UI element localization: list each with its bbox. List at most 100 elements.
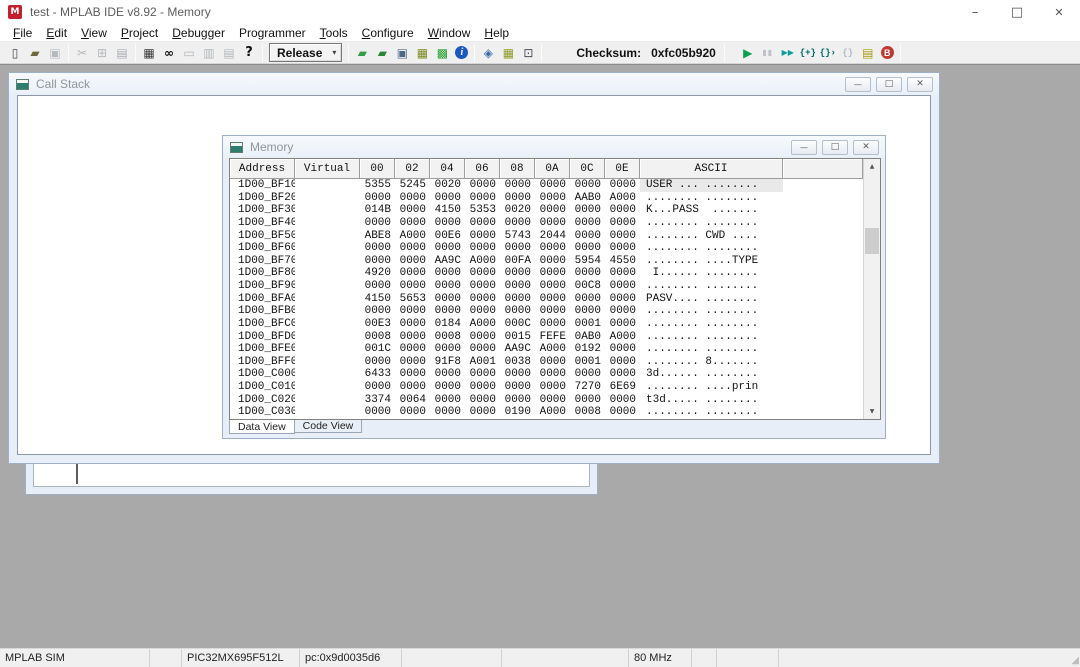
hex-cell[interactable]: FEFE bbox=[535, 331, 570, 344]
hex-cell[interactable]: 0000 bbox=[570, 230, 605, 243]
hex-cell[interactable]: 0000 bbox=[535, 179, 570, 192]
hex-cell[interactable]: 5245 bbox=[395, 179, 430, 192]
new-project-icon[interactable] bbox=[353, 44, 371, 62]
minimize-button[interactable] bbox=[954, 0, 996, 24]
ascii-cell[interactable]: ........ CWD .... bbox=[640, 230, 783, 243]
hex-cell[interactable]: 0000 bbox=[605, 179, 640, 192]
ascii-cell[interactable]: ........ ........ bbox=[640, 217, 783, 230]
hex-cell[interactable]: A000 bbox=[605, 331, 640, 344]
ascii-cell[interactable]: t3d..... ........ bbox=[640, 394, 783, 407]
virtual-cell[interactable] bbox=[295, 267, 360, 280]
hex-cell[interactable]: 5355 bbox=[360, 179, 395, 192]
build-configuration-select[interactable]: Release▾ bbox=[269, 43, 342, 62]
animate-icon[interactable] bbox=[779, 44, 797, 62]
virtual-cell[interactable] bbox=[295, 305, 360, 318]
hex-cell[interactable]: 0000 bbox=[430, 242, 465, 255]
hex-cell[interactable]: 0000 bbox=[465, 381, 500, 394]
hex-cell[interactable]: 0000 bbox=[500, 381, 535, 394]
hex-cell[interactable]: 0008 bbox=[430, 331, 465, 344]
hex-cell[interactable]: 0000 bbox=[360, 280, 395, 293]
save-workspace-icon[interactable] bbox=[393, 44, 411, 62]
hex-cell[interactable]: 0000 bbox=[535, 204, 570, 217]
hex-cell[interactable]: AA9C bbox=[500, 343, 535, 356]
hex-cell[interactable]: 0000 bbox=[360, 217, 395, 230]
hex-cell[interactable]: 5743 bbox=[500, 230, 535, 243]
hex-cell[interactable]: 0000 bbox=[570, 204, 605, 217]
address-cell[interactable]: 1D00_BF50 bbox=[230, 230, 295, 243]
hex-cell[interactable]: 0000 bbox=[605, 318, 640, 331]
address-cell[interactable]: 1D00_BFB0 bbox=[230, 305, 295, 318]
hex-cell[interactable]: 0000 bbox=[395, 343, 430, 356]
hex-cell[interactable]: A000 bbox=[535, 343, 570, 356]
hex-cell[interactable]: 0020 bbox=[430, 179, 465, 192]
ascii-cell[interactable]: ........ ........ bbox=[640, 305, 783, 318]
hex-cell[interactable]: 014B bbox=[360, 204, 395, 217]
hex-cell[interactable]: 3374 bbox=[360, 394, 395, 407]
hex-cell[interactable]: 0000 bbox=[430, 305, 465, 318]
hex-cell[interactable]: 0000 bbox=[395, 356, 430, 369]
hex-cell[interactable]: 0000 bbox=[605, 267, 640, 280]
hex-cell[interactable]: 0000 bbox=[535, 368, 570, 381]
hex-cell[interactable]: 0000 bbox=[465, 368, 500, 381]
hex-cell[interactable]: 0000 bbox=[535, 394, 570, 407]
hex-cell[interactable]: 0000 bbox=[465, 242, 500, 255]
hex-cell[interactable]: 0AB0 bbox=[570, 331, 605, 344]
ascii-cell[interactable]: 3d...... ........ bbox=[640, 368, 783, 381]
address-cell[interactable]: 1D00_BF40 bbox=[230, 217, 295, 230]
hex-cell[interactable]: 000C bbox=[500, 318, 535, 331]
address-cell[interactable]: 1D00_BF60 bbox=[230, 242, 295, 255]
hex-cell[interactable]: 0000 bbox=[465, 217, 500, 230]
hex-cell[interactable]: 0000 bbox=[605, 368, 640, 381]
memory-restore-button[interactable] bbox=[822, 140, 848, 155]
virtual-cell[interactable] bbox=[295, 230, 360, 243]
hex-cell[interactable]: 0000 bbox=[500, 293, 535, 306]
hex-cell[interactable]: 0000 bbox=[605, 343, 640, 356]
hex-cell[interactable]: 0001 bbox=[570, 356, 605, 369]
hex-cell[interactable]: 0000 bbox=[360, 242, 395, 255]
hex-cell[interactable]: 0038 bbox=[500, 356, 535, 369]
hex-cell[interactable]: 0192 bbox=[570, 343, 605, 356]
hex-cell[interactable]: 0000 bbox=[605, 242, 640, 255]
memory-scrollbar[interactable]: ▲ ▼ bbox=[863, 159, 880, 419]
hex-cell[interactable]: 0000 bbox=[360, 406, 395, 419]
hex-cell[interactable]: 0000 bbox=[430, 293, 465, 306]
virtual-cell[interactable] bbox=[295, 255, 360, 268]
hex-cell[interactable]: 0000 bbox=[605, 204, 640, 217]
menu-item-window[interactable]: Window bbox=[421, 26, 478, 40]
hex-cell[interactable]: AA9C bbox=[430, 255, 465, 268]
hex-cell[interactable]: A000 bbox=[465, 318, 500, 331]
hex-cell[interactable]: 0000 bbox=[395, 381, 430, 394]
hex-cell[interactable]: 0000 bbox=[535, 318, 570, 331]
ascii-cell[interactable]: ........ ........ bbox=[640, 192, 783, 205]
hex-cell[interactable]: 0000 bbox=[535, 305, 570, 318]
hex-cell[interactable]: 0000 bbox=[395, 368, 430, 381]
menu-item-file[interactable]: File bbox=[6, 26, 39, 40]
hex-cell[interactable]: 0000 bbox=[395, 217, 430, 230]
info-icon[interactable] bbox=[455, 46, 468, 59]
hex-cell[interactable]: 0008 bbox=[570, 406, 605, 419]
hex-cell[interactable]: 0000 bbox=[570, 267, 605, 280]
menu-item-project[interactable]: Project bbox=[114, 26, 165, 40]
hex-cell[interactable]: 91F8 bbox=[430, 356, 465, 369]
hex-cell[interactable]: 0000 bbox=[535, 356, 570, 369]
hex-cell[interactable]: 0000 bbox=[570, 179, 605, 192]
ascii-cell[interactable]: ........ ....TYPE bbox=[640, 255, 783, 268]
address-cell[interactable]: 1D00_C000 bbox=[230, 368, 295, 381]
tab-code-view[interactable]: Code View bbox=[294, 420, 363, 433]
hex-cell[interactable]: 0000 bbox=[360, 381, 395, 394]
address-cell[interactable]: 1D00_BFE0 bbox=[230, 343, 295, 356]
hex-cell[interactable]: 0000 bbox=[605, 356, 640, 369]
address-cell[interactable]: 1D00_C030 bbox=[230, 406, 295, 419]
menu-item-debugger[interactable]: Debugger bbox=[165, 26, 232, 40]
ascii-cell[interactable]: ........ ....prin bbox=[640, 381, 783, 394]
hex-cell[interactable]: 0000 bbox=[605, 280, 640, 293]
hex-cell[interactable]: 5653 bbox=[395, 293, 430, 306]
hex-cell[interactable]: 0000 bbox=[395, 406, 430, 419]
hex-cell[interactable]: 0000 bbox=[500, 179, 535, 192]
hex-cell[interactable]: 0000 bbox=[430, 267, 465, 280]
hex-cell[interactable]: ABE8 bbox=[360, 230, 395, 243]
menu-item-edit[interactable]: Edit bbox=[39, 26, 74, 40]
virtual-cell[interactable] bbox=[295, 394, 360, 407]
hex-cell[interactable]: 00FA bbox=[500, 255, 535, 268]
hex-cell[interactable]: 0000 bbox=[430, 280, 465, 293]
